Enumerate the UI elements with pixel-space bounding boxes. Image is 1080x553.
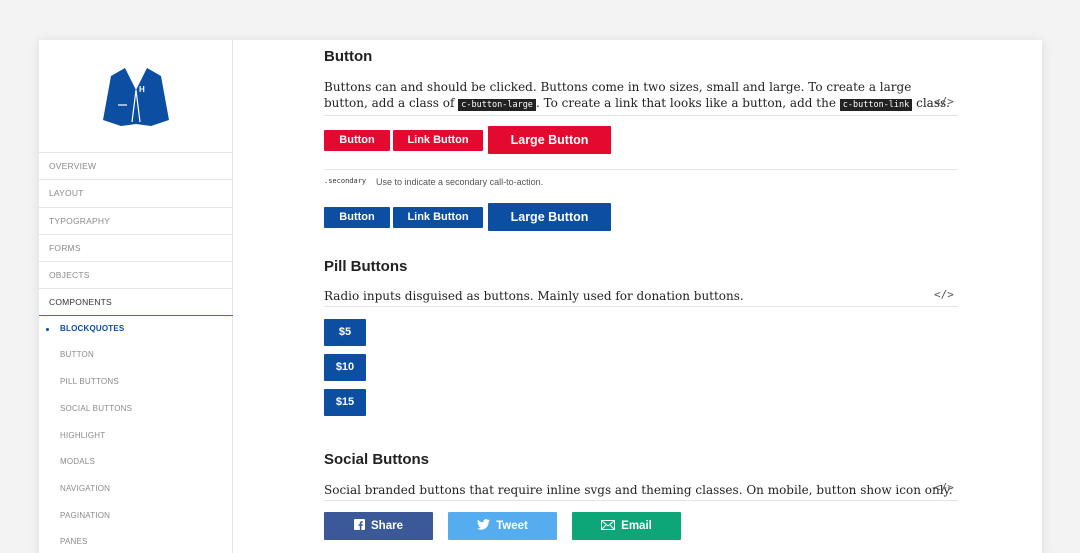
sub-highlight[interactable]: HIGHLIGHT: [39, 423, 233, 450]
sub-social-buttons[interactable]: SOCIAL BUTTONS: [39, 396, 233, 423]
secondary-desc: Use to indicate a secondary call-to-acti…: [376, 177, 544, 187]
nav-layout[interactable]: LAYOUT: [39, 179, 233, 206]
nav-objects[interactable]: OBJECTS: [39, 261, 233, 288]
primary-large-button[interactable]: Large Button: [488, 126, 611, 154]
twitter-tweet-button[interactable]: Tweet: [448, 512, 557, 540]
sub-navigation[interactable]: NAVIGATION: [39, 476, 233, 503]
main-content: Button Buttons can and should be clicked…: [234, 40, 1042, 553]
nav-forms[interactable]: FORMS: [39, 233, 233, 261]
sub-pagination[interactable]: PAGINATION: [39, 503, 233, 530]
svg-text:H: H: [139, 85, 145, 94]
pill-button-15[interactable]: $15: [324, 389, 366, 416]
sub-blockquotes[interactable]: BLOCKQUOTES: [39, 316, 233, 343]
social-section-title: Social Buttons: [324, 451, 430, 468]
pill-section-desc: Radio inputs disguised as buttons. Mainl…: [324, 288, 958, 307]
pill-button-10[interactable]: $10: [324, 354, 366, 381]
twitter-icon: [477, 519, 491, 531]
facebook-share-button[interactable]: Share: [324, 512, 433, 540]
pill-section-title: Pill Buttons: [324, 258, 408, 275]
sub-pill-buttons[interactable]: PILL BUTTONS: [39, 369, 233, 396]
social-section-desc: Social branded buttons that require inli…: [324, 482, 958, 501]
code-button-large: c-button-large: [458, 99, 536, 111]
facebook-icon: [354, 519, 366, 531]
code-toggle-icon[interactable]: </>: [934, 288, 954, 301]
secondary-link-button[interactable]: Link Button: [393, 207, 483, 228]
primary-button[interactable]: Button: [324, 130, 390, 151]
primary-link-button[interactable]: Link Button: [393, 130, 483, 151]
code-toggle-icon[interactable]: </>: [934, 481, 954, 494]
sub-button[interactable]: BUTTON: [39, 342, 233, 369]
sub-modals[interactable]: MODALS: [39, 449, 233, 476]
secondary-button[interactable]: Button: [324, 207, 390, 228]
nav-components[interactable]: COMPONENTS: [39, 288, 233, 316]
email-share-button[interactable]: Email: [572, 512, 681, 540]
envelope-icon: [601, 519, 616, 530]
secondary-class-tag: .secondary: [324, 177, 367, 185]
code-button-link: c-button-link: [839, 99, 913, 111]
sidebar-nav: OVERVIEW LAYOUT TYPOGRAPHY FORMS OBJECTS…: [39, 152, 233, 553]
button-section-desc: Buttons can and should be clicked. Butto…: [324, 79, 958, 116]
nav-overview[interactable]: OVERVIEW: [39, 152, 233, 179]
pill-button-5[interactable]: $5: [324, 319, 366, 346]
app-frame: H OVERVIEW LAYOUT TYPOGRAPHY FORMS OBJEC…: [39, 40, 1042, 553]
secondary-large-button[interactable]: Large Button: [488, 203, 611, 231]
nav-typography[interactable]: TYPOGRAPHY: [39, 206, 233, 234]
components-subnav: BLOCKQUOTES BUTTON PILL BUTTONS SOCIAL B…: [39, 316, 233, 553]
sub-panes[interactable]: PANES: [39, 529, 233, 553]
divider: [324, 169, 958, 170]
sidebar: H OVERVIEW LAYOUT TYPOGRAPHY FORMS OBJEC…: [39, 40, 233, 553]
blazer-jacket-icon[interactable]: H: [101, 64, 171, 128]
code-toggle-icon[interactable]: </>: [934, 95, 954, 108]
button-section-title: Button: [324, 48, 373, 65]
